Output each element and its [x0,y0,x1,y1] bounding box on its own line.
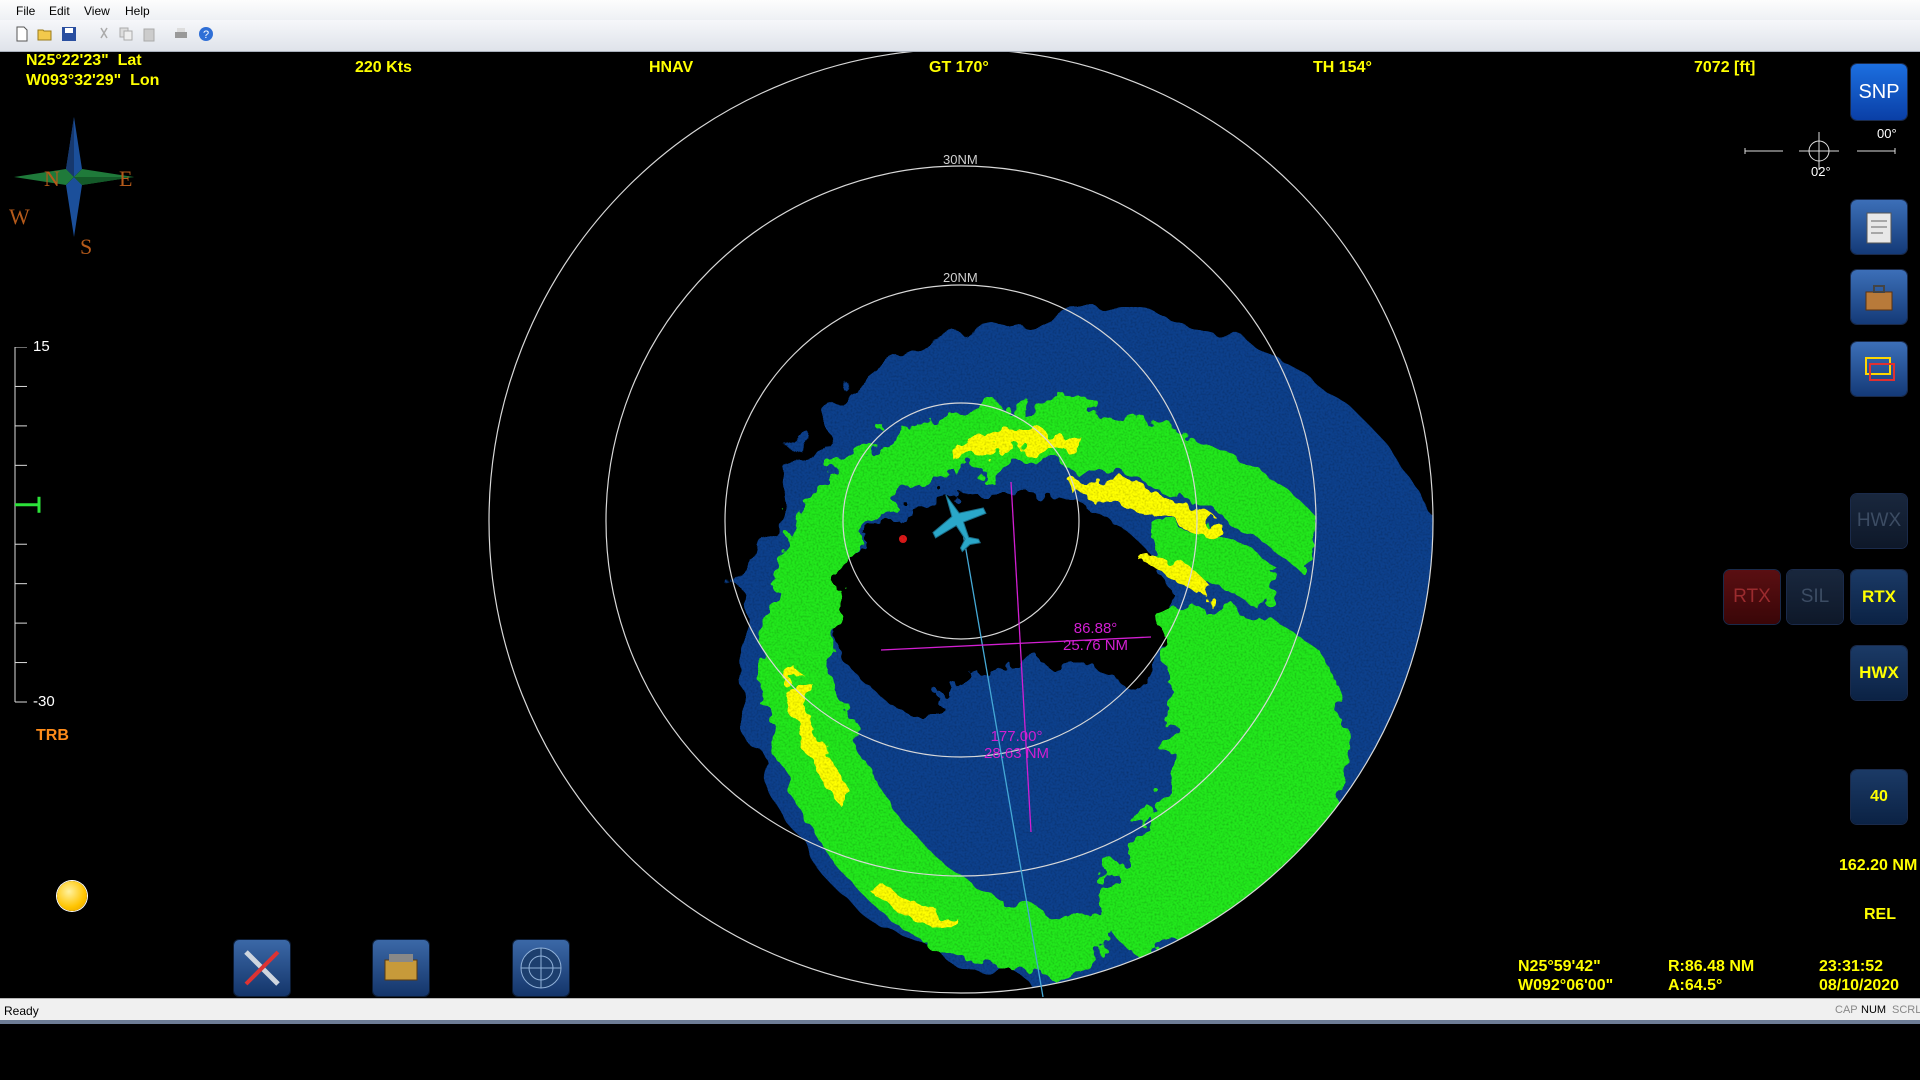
cursor-lon: W092°06'00" [1518,977,1614,994]
cut-icon[interactable] [96,26,112,42]
snp-button[interactable]: SNP [1851,64,1907,120]
sil-button[interactable]: SIL [1787,570,1843,624]
trb-label[interactable]: TRB [36,727,69,745]
range-readout: 162.20 NM [1839,857,1918,874]
altitude-readout: 7072 [ft] [1694,59,1756,76]
tilt-scale: 15 -30 [11,338,71,710]
num-indicator: NUM [1861,1004,1887,1016]
compass-s: S [80,234,93,259]
toolbox-icon [1865,285,1893,311]
menu-bar: File Edit View Help [0,0,1920,20]
speed-readout: 220 Kts [355,59,412,76]
tilt-min-label: -30 [33,693,55,710]
menu-help[interactable]: Help [125,4,150,18]
print-icon[interactable] [173,26,189,42]
pitch-readout: 02° [1811,164,1831,179]
ground-track-readout: GT 170° [929,59,989,76]
copy-icon[interactable] [118,26,134,42]
compass-e: E [119,166,133,191]
marker-label-1: 86.88° 25.76 NM [1063,620,1128,654]
report-button[interactable] [1851,200,1907,254]
true-heading-readout: TH 154° [1313,59,1372,76]
toolbar: ? [0,20,1920,52]
data-archive-button[interactable] [373,940,429,996]
compass-w: W [9,204,30,229]
radar-display[interactable]: 30NM 20NM 86.88° 25.76 NM 177.00° 28.63 … [1,52,1919,997]
clock-date: 08/10/2020 [1819,977,1900,994]
save-icon[interactable] [61,26,77,42]
layers-icon [1865,357,1895,381]
cursor-lat: N25°59'42" [1518,958,1601,975]
tilt-max-label: 15 [33,338,50,355]
settings-tools-button[interactable] [234,940,290,996]
open-icon[interactable] [37,26,53,42]
cursor-range: R:86.48 NM [1668,958,1755,975]
taskbar [0,1020,1920,1080]
range-select-button[interactable]: 40 [1851,770,1907,824]
ring-label-20nm: 20NM [943,270,978,285]
marker2-bearing: 177.00° [990,728,1043,745]
radar-scope-icon [520,947,562,989]
notepad-icon [1866,212,1892,244]
ring-label-30nm: 30NM [943,152,978,167]
brightness-sun-icon[interactable] [57,881,87,911]
rtx-button-off[interactable]: RTX [1724,570,1780,624]
clock-time: 23:31:52 [1819,958,1884,975]
archive-icon [384,954,418,981]
paste-icon[interactable] [141,26,157,42]
status-text: Ready [4,1004,39,1018]
marker1-distance: 25.76 NM [1063,637,1129,654]
hwx-button-dim[interactable]: HWX [1851,494,1907,548]
help-icon[interactable]: ? [198,26,214,42]
compass-n: N [44,166,60,191]
menu-view[interactable]: View [84,4,110,18]
attitude-indicator: 00° 02° [1741,126,1901,182]
menu-edit[interactable]: Edit [49,4,70,18]
nav-mode: HNAV [649,59,694,76]
radar-plot [488,52,1434,997]
menu-file[interactable]: File [16,4,35,18]
layers-button[interactable] [1851,342,1907,396]
marker-label-2: 177.00° 28.63 NM [984,728,1049,762]
radar-view-button[interactable] [513,940,569,996]
tools-button[interactable] [1851,270,1907,324]
tilt-scale-graphic [14,346,41,703]
cap-indicator: CAP [1835,1004,1858,1016]
compass-rose: N E W S [9,112,139,259]
hwx-button[interactable]: HWX [1851,646,1907,700]
position-lat: N25°22'23" Lat [26,52,142,69]
cursor-azimuth: A:64.5° [1668,977,1723,994]
new-icon[interactable] [14,26,30,42]
rtx-button[interactable]: RTX [1851,570,1907,624]
roll-readout: 00° [1877,126,1897,141]
marker2-distance: 28.63 NM [984,745,1050,762]
position-lon: W093°32'29" Lon [26,72,160,89]
tilt-marker[interactable] [15,496,41,513]
taskbar-edge [0,1020,1920,1024]
marker1-bearing: 86.88° [1073,620,1118,637]
svg-text:?: ? [203,29,209,41]
scrl-indicator: SCRL [1892,1004,1920,1016]
status-bar: Ready CAP NUM SCRL [0,998,1920,1021]
ref-mode[interactable]: REL [1864,906,1896,924]
wrench-screwdriver-icon [244,950,280,986]
